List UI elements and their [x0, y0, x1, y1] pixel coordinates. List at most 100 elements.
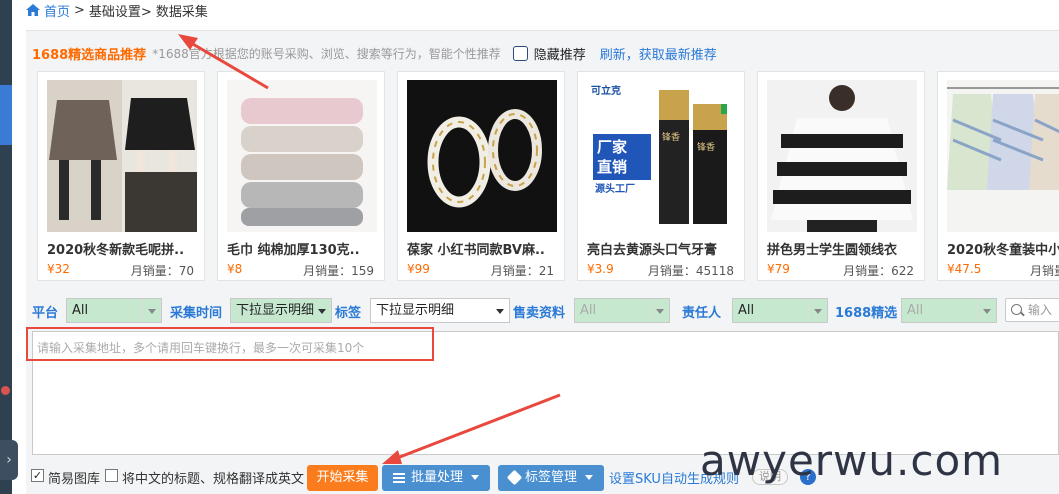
notification-dot	[1, 386, 10, 395]
product-sales: 月销量：21	[490, 264, 554, 278]
jx1688-value: All	[907, 303, 924, 318]
simple-gallery-checkbox[interactable]: ✓	[31, 469, 44, 482]
chevron-down-icon	[148, 309, 156, 314]
product-title[interactable]: 毛巾 纯棉加厚130克..	[227, 239, 360, 258]
product-card[interactable]: 可立克 厂家 直销 源头工厂 锋香 锋香 亮白去黄源头口气牙膏 ¥3.9 月销量…	[577, 71, 745, 281]
product-title[interactable]: 亮白去黄源头口气牙膏	[587, 239, 717, 258]
owner-select[interactable]: All	[732, 298, 828, 323]
product-price: ¥79	[767, 262, 790, 276]
recommend-title: 1688精选商品推荐	[32, 48, 147, 63]
owner-value: All	[738, 303, 755, 318]
breadcrumb-home-link[interactable]: 首页	[44, 1, 70, 20]
filter-bar: 平台 All 采集时间 下拉显示明细 标签 下拉显示明细 售卖资料 All 责任…	[30, 295, 1059, 325]
select-separator	[142, 299, 143, 322]
chevron-down-icon	[656, 309, 664, 314]
breadcrumb-separator: >	[74, 2, 85, 18]
owner-label: 责任人	[682, 306, 722, 321]
caret-down-icon	[471, 475, 479, 480]
product-sales: 月销量：45118	[647, 264, 734, 278]
product-title[interactable]: 拼色男士学生圆领线衣	[767, 239, 897, 258]
select-separator	[808, 299, 809, 322]
product-card[interactable]: 拼色男士学生圆领线衣 ¥79 月销量：622	[757, 71, 925, 281]
collect-time-value: 下拉显示明细	[236, 303, 315, 318]
sale-info-label: 售卖资料	[513, 306, 566, 321]
product-card[interactable]: 2020秋冬新款毛呢拼.. ¥32 月销量：70	[37, 71, 205, 281]
translate-checkbox[interactable]	[105, 469, 118, 482]
collect-time-label: 采集时间	[170, 306, 223, 321]
hide-recommend-label[interactable]: 隐藏推荐	[534, 44, 586, 63]
product-card[interactable]: 葆家 小红书同款BV麻.. ¥99 月销量：21	[397, 71, 565, 281]
product-sales: 月销量：	[1029, 264, 1059, 278]
tag-value: 下拉显示明细	[376, 303, 455, 318]
product-sales: 月销量：70	[130, 264, 194, 278]
product-image-kids-coat[interactable]	[947, 80, 1059, 232]
product-image-toothpaste[interactable]: 可立克 厂家 直销 源头工厂 锋香 锋香	[587, 80, 737, 232]
select-separator	[977, 299, 978, 322]
pack-name-left: 锋香	[662, 131, 680, 143]
recommend-description: *1688官方根据您的账号采购、浏览、搜索等行为，智能个性推荐	[152, 47, 501, 61]
banner-line-3: 源头工厂	[595, 182, 635, 195]
brand-logo-text: 可立克	[591, 84, 621, 97]
hide-recommend-checkbox[interactable]	[512, 46, 528, 61]
product-card[interactable]: 毛巾 纯棉加厚130克.. ¥8 月销量：159	[217, 71, 385, 281]
product-price: ¥3.9	[587, 262, 614, 276]
batch-process-button[interactable]: 批量处理	[382, 465, 490, 491]
sidebar-active-marker	[0, 85, 12, 145]
search-placeholder: 输入	[1028, 303, 1053, 317]
recommend-header: 1688精选商品推荐 *1688官方根据您的账号采购、浏览、搜索等行为，智能个性…	[32, 44, 717, 63]
platform-label: 平台	[32, 306, 59, 321]
product-image-towel[interactable]	[227, 80, 377, 232]
jx1688-select[interactable]: All	[901, 298, 997, 323]
sale-info-value: All	[580, 303, 597, 318]
annotation-highlight-box	[26, 327, 434, 361]
breadcrumb: 首页 > 基础设置> 数据采集	[26, 0, 208, 20]
chevron-down-icon	[318, 309, 326, 314]
product-title[interactable]: 葆家 小红书同款BV麻..	[407, 239, 545, 258]
left-sidebar-strip	[0, 0, 12, 494]
refresh-recommend-link[interactable]: 刷新，获取最新推荐	[600, 44, 717, 63]
simple-gallery-label[interactable]: 简易图库	[48, 468, 100, 487]
product-price: ¥47.5	[947, 262, 982, 276]
banner-line-2: 直销	[597, 158, 627, 176]
start-collect-label: 开始采集	[316, 470, 369, 485]
chevron-down-icon	[983, 309, 991, 314]
tag-select[interactable]: 下拉显示明细	[370, 298, 510, 323]
pack-name-right: 锋香	[697, 141, 715, 153]
translate-label[interactable]: 将中文的标题、规格翻译成英文	[122, 468, 304, 487]
product-image-sweater[interactable]	[767, 80, 917, 232]
select-separator	[650, 299, 651, 322]
platform-value: All	[72, 303, 89, 318]
search-icon	[1011, 304, 1022, 315]
banner-line-1: 厂家	[597, 138, 627, 156]
product-price: ¥8	[227, 262, 243, 276]
tag-icon	[506, 469, 523, 486]
product-image-skirt[interactable]	[47, 80, 197, 232]
product-image-earring[interactable]	[407, 80, 557, 232]
tag-label: 标签	[335, 306, 362, 321]
product-price: ¥99	[407, 262, 430, 276]
collect-time-select[interactable]: 下拉显示明细	[230, 298, 332, 323]
platform-select[interactable]: All	[66, 298, 162, 323]
product-title[interactable]: 2020秋冬童装中小..	[947, 239, 1059, 258]
caret-down-icon	[585, 475, 593, 480]
sidebar-toggle-button[interactable]: ›	[0, 440, 18, 480]
product-title[interactable]: 2020秋冬新款毛呢拼..	[47, 239, 184, 258]
jx1688-label: 1688精选	[835, 306, 898, 321]
product-price: ¥32	[47, 262, 70, 276]
breadcrumb-current: 数据采集	[155, 4, 208, 20]
watermark: awyerwu.com	[700, 436, 1004, 485]
batch-process-label: 批量处理	[410, 470, 463, 485]
tag-manage-label: 标签管理	[524, 470, 577, 485]
breadcrumb-settings[interactable]: 基础设置>	[89, 1, 152, 20]
sale-info-select[interactable]: All	[574, 298, 670, 323]
product-card[interactable]: 2020秋冬童装中小.. ¥47.5 月销量：	[937, 71, 1059, 281]
chevron-down-icon	[496, 309, 504, 314]
tag-manage-button[interactable]: 标签管理	[498, 465, 604, 491]
start-collect-button[interactable]: 开始采集	[307, 465, 378, 491]
list-icon	[392, 472, 405, 483]
chevron-down-icon	[814, 309, 822, 314]
product-sales: 月销量：622	[843, 264, 914, 278]
home-icon	[26, 4, 40, 16]
product-sales: 月销量：159	[303, 264, 374, 278]
search-input[interactable]: 输入	[1005, 298, 1059, 322]
